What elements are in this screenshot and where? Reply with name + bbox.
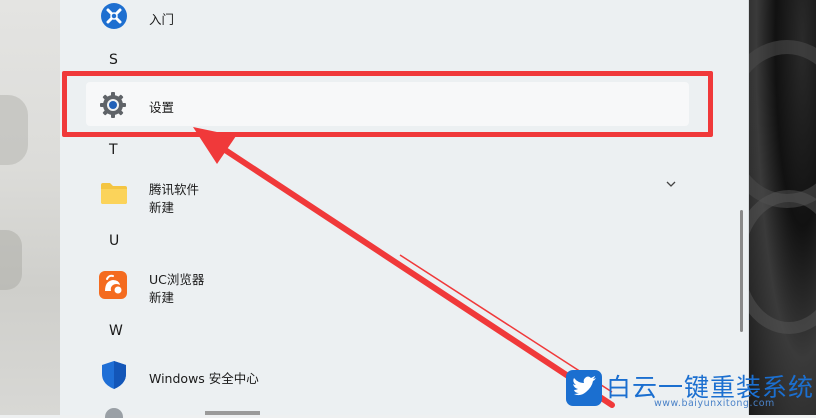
- twitter-bird-icon: [566, 370, 602, 406]
- watermark-url: www.baiyunxitong.com: [654, 398, 775, 409]
- watermark-logo: 白云一键重装系统 www.baiyunxitong.com: [566, 370, 813, 412]
- annotation-arrow: [193, 127, 615, 408]
